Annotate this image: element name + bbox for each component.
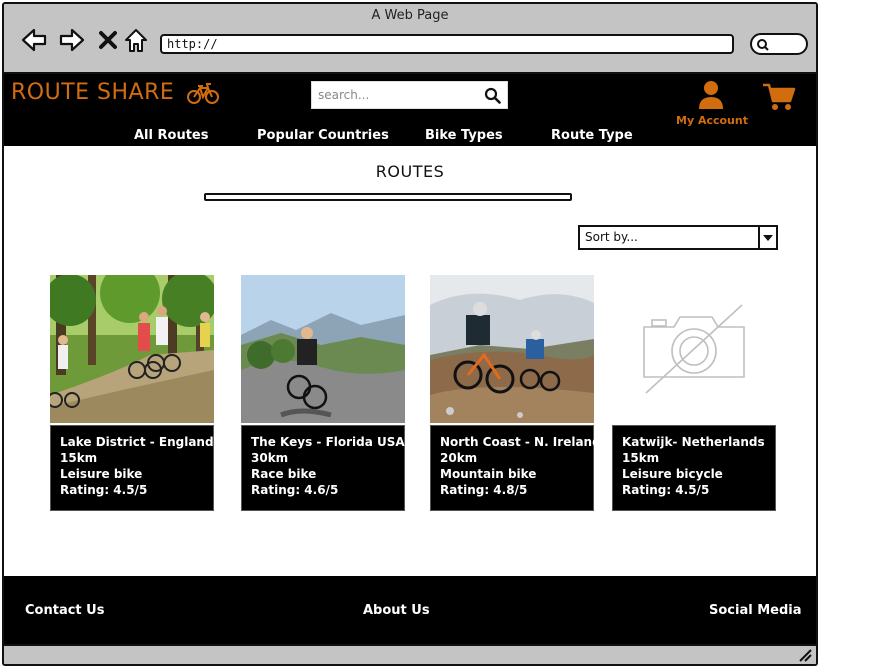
- route-rating: Rating: 4.8/5: [440, 483, 528, 497]
- route-card-lake-district[interactable]: Lake District - England 15km Leisure bik…: [50, 275, 214, 511]
- browser-search-field[interactable]: [750, 33, 808, 55]
- home-icon[interactable]: [122, 26, 150, 54]
- route-name: North Coast - N. Ireland: [440, 435, 601, 449]
- browser-status-bar: [4, 644, 816, 664]
- route-name: The Keys - Florida USA: [251, 435, 405, 449]
- route-rating: Rating: 4.5/5: [60, 483, 148, 497]
- url-bar[interactable]: http://: [160, 34, 734, 54]
- route-card-north-coast[interactable]: North Coast - N. Ireland 20km Mountain b…: [430, 275, 601, 511]
- footer-social-link[interactable]: Social Media: [709, 603, 802, 618]
- route-rating: Rating: 4.5/5: [622, 483, 710, 497]
- sort-dropdown-value: Sort by...: [585, 230, 638, 244]
- site-footer: Contact Us About Us Social Media: [4, 576, 816, 644]
- title-divider: [204, 193, 572, 201]
- site-search-input[interactable]: [312, 82, 472, 108]
- shopping-cart-icon[interactable]: [762, 82, 796, 112]
- browser-window: A Web Page http:// ROUTE SHARE search...…: [2, 2, 818, 666]
- site-header: ROUTE SHARE My Account: [4, 72, 816, 146]
- window-title: A Web Page: [371, 8, 449, 23]
- route-name: Lake District - England: [60, 435, 214, 449]
- route-bike-type: Race bike: [251, 467, 317, 481]
- nav-bike-types[interactable]: Bike Types: [425, 128, 503, 143]
- bicycle-icon: [187, 83, 219, 104]
- route-photo: [50, 275, 214, 423]
- route-name: Katwijk- Netherlands: [622, 435, 765, 449]
- forward-arrow-icon[interactable]: [58, 26, 86, 54]
- resize-grip-icon[interactable]: [798, 648, 812, 662]
- nav-route-type[interactable]: Route Type: [551, 128, 633, 143]
- route-bike-type: Mountain bike: [440, 467, 537, 481]
- route-bike-type: Leisure bike: [60, 467, 143, 481]
- route-rating: Rating: 4.6/5: [251, 483, 339, 497]
- route-info-panel: Katwijk- Netherlands 15km Leisure bicycl…: [612, 425, 776, 511]
- back-arrow-icon[interactable]: [20, 26, 48, 54]
- route-distance: 30km: [251, 451, 289, 465]
- site-search-box: [311, 81, 508, 109]
- main-navigation: All Routes Popular Countries Bike Types …: [4, 128, 816, 146]
- image-placeholder-icon: [612, 275, 776, 423]
- nav-popular-countries[interactable]: Popular Countries: [257, 128, 389, 143]
- user-account-icon[interactable]: [698, 80, 724, 110]
- sort-dropdown[interactable]: Sort by...: [578, 225, 778, 250]
- close-x-icon[interactable]: [94, 26, 122, 54]
- search-icon[interactable]: [484, 87, 501, 104]
- route-info-panel: Lake District - England 15km Leisure bik…: [50, 425, 214, 511]
- route-card-the-keys[interactable]: The Keys - Florida USA 30km Race bike Ra…: [241, 275, 405, 511]
- route-distance: 20km: [440, 451, 478, 465]
- page-title: ROUTES: [375, 162, 445, 181]
- route-photo: [241, 275, 405, 423]
- browser-chrome: A Web Page http://: [4, 4, 816, 72]
- footer-contact-link[interactable]: Contact Us: [25, 603, 104, 618]
- my-account-link[interactable]: My Account: [676, 114, 748, 127]
- route-info-panel: The Keys - Florida USA 30km Race bike Ra…: [241, 425, 405, 511]
- route-photo: [430, 275, 594, 423]
- route-bike-type: Leisure bicycle: [622, 467, 723, 481]
- route-info-panel: North Coast - N. Ireland 20km Mountain b…: [430, 425, 601, 511]
- footer-about-link[interactable]: About Us: [363, 603, 430, 618]
- browser-search-icon: [757, 39, 769, 51]
- route-distance: 15km: [60, 451, 98, 465]
- chevron-down-icon[interactable]: [758, 227, 776, 248]
- route-distance: 15km: [622, 451, 660, 465]
- route-card-katwijk[interactable]: Katwijk- Netherlands 15km Leisure bicycl…: [612, 275, 776, 511]
- nav-all-routes[interactable]: All Routes: [134, 128, 208, 143]
- site-logo[interactable]: ROUTE SHARE: [11, 80, 174, 105]
